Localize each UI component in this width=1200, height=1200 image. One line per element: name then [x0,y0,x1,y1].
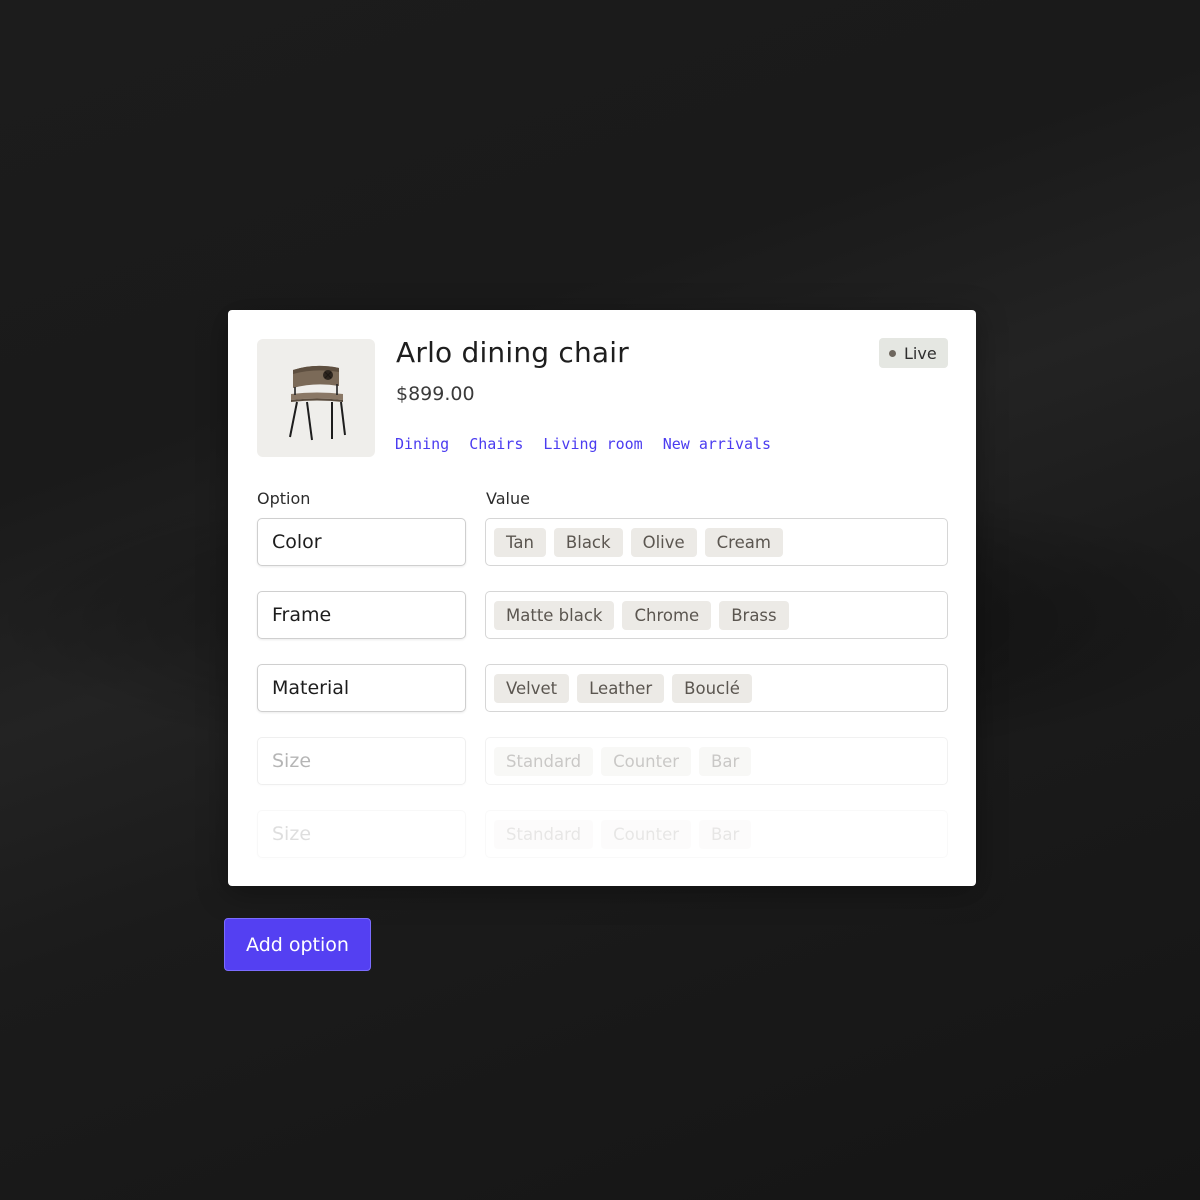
tag-living-room[interactable]: Living room [543,435,642,453]
option-row: Material Velvet Leather Bouclé [257,664,949,712]
status-dot-icon [889,349,896,357]
status-label: Live [904,343,937,363]
add-option-button[interactable]: Add option [224,918,371,971]
value-chip[interactable]: Bouclé [672,673,752,703]
option-row: Frame Matte black Chrome Brass [257,591,949,639]
value-chip[interactable]: Bar [699,746,752,776]
value-chip[interactable]: Velvet [494,673,570,703]
option-column-label: Option [257,489,311,508]
value-chip[interactable]: Standard [494,819,594,849]
value-chip[interactable]: Counter [601,819,692,849]
tag-dining[interactable]: Dining [395,435,449,453]
product-card: Arlo dining chair $899.00 Live Dining Ch… [228,310,976,886]
option-values-field[interactable]: Standard Counter Bar [485,737,948,785]
option-name-field[interactable]: Frame [257,591,466,639]
option-name-field[interactable]: Size [257,737,466,785]
value-chip[interactable]: Leather [577,673,665,703]
value-chip[interactable]: Olive [630,527,697,557]
value-chip[interactable]: Black [553,527,623,557]
option-values-field[interactable]: Velvet Leather Bouclé [485,664,948,712]
value-chip[interactable]: Brass [719,600,789,630]
product-title: Arlo dining chair [396,336,629,369]
collection-tags: Dining Chairs Living room New arrivals [395,435,771,453]
option-name-field[interactable]: Material [257,664,466,712]
product-price: $899.00 [396,383,475,405]
option-row: Color Tan Black Olive Cream [257,518,949,566]
option-values-field[interactable]: Tan Black Olive Cream [485,518,948,566]
option-values-field[interactable]: Standard Counter Bar [485,810,948,858]
option-row: Size Standard Counter Bar [257,737,949,785]
option-values-field[interactable]: Matte black Chrome Brass [485,591,948,639]
status-badge: Live [879,338,948,368]
option-name-field[interactable]: Size [257,810,466,858]
value-chip[interactable]: Tan [494,527,546,557]
tag-chairs[interactable]: Chairs [469,435,523,453]
value-chip[interactable]: Bar [699,819,752,849]
option-row: Size Standard Counter Bar [257,810,949,858]
chair-image [289,365,346,441]
value-chip[interactable]: Standard [494,746,594,776]
value-chip[interactable]: Counter [601,746,692,776]
option-name-field[interactable]: Color [257,518,466,566]
value-column-label: Value [486,489,530,508]
tag-new-arrivals[interactable]: New arrivals [663,435,771,453]
value-chip[interactable]: Cream [704,527,783,557]
value-chip[interactable]: Chrome [622,600,712,630]
value-chip[interactable]: Matte black [494,600,615,630]
product-thumbnail[interactable] [257,339,375,457]
